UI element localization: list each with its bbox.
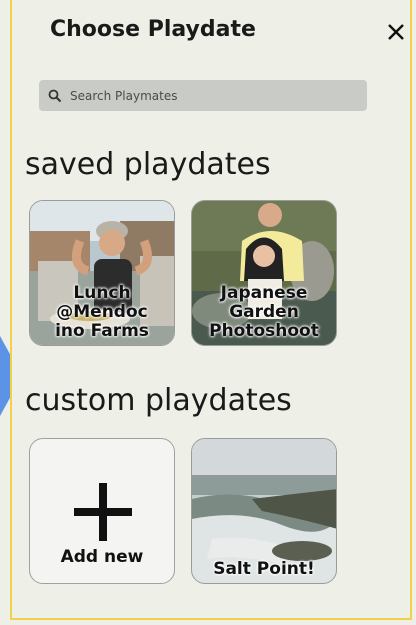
playdate-card-salt-point[interactable]: Salt Point! (191, 438, 337, 584)
card-label: Japanese Garden Photoshoot (209, 283, 319, 341)
plus-icon (74, 483, 132, 541)
search-icon (48, 89, 62, 102)
add-new-playdate-button[interactable]: Add new (29, 438, 175, 584)
saved-playdates-heading: saved playdates (25, 147, 271, 182)
add-new-label: Add new (60, 547, 144, 567)
search-input[interactable] (68, 87, 352, 104)
card-label: Salt Point! (213, 559, 315, 579)
search-bar[interactable] (39, 80, 367, 111)
custom-playdates-heading: custom playdates (25, 383, 292, 418)
playdate-card-lunch-mendocino[interactable]: Lunch @Mendoc ino Farms (29, 200, 175, 346)
playdate-card-japanese-garden[interactable]: Japanese Garden Photoshoot (191, 200, 337, 346)
choose-playdate-panel: Choose Playdate saved playdates (10, 0, 412, 620)
card-label: Lunch @Mendoc ino Farms (55, 283, 149, 341)
close-icon[interactable] (384, 16, 408, 46)
page-title: Choose Playdate (50, 17, 256, 42)
